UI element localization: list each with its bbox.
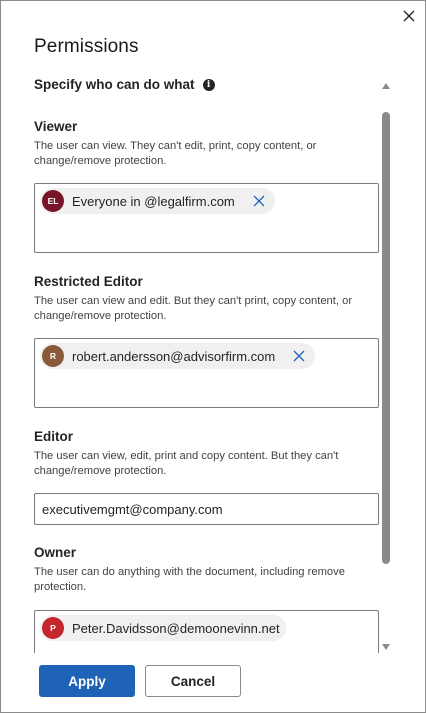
dialog-title: Permissions (34, 36, 139, 57)
subtitle: Specify who can do what (34, 77, 195, 92)
editor-field-value: executivemgmt@company.com (42, 502, 223, 517)
restricted-editor-heading: Restricted Editor (34, 274, 143, 289)
viewer-description: The user can view. They can't edit, prin… (34, 140, 317, 167)
restricted-editor-section: Restricted Editor The user can view and … (34, 274, 379, 324)
owner-chip: P Peter.Davidsson@demoonevinn.net (40, 615, 286, 641)
close-icon (253, 195, 265, 207)
owner-section: Owner The user can do anything with the … (34, 545, 379, 595)
close-icon (403, 10, 415, 22)
scroll-down-arrow[interactable] (382, 644, 390, 650)
viewer-heading: Viewer (34, 119, 78, 134)
cancel-button[interactable]: Cancel (145, 665, 241, 697)
avatar: EL (42, 190, 64, 212)
restricted-editor-description: The user can view and edit. But they can… (34, 295, 353, 322)
viewer-people-field[interactable]: EL Everyone in @legalfirm.com (34, 183, 379, 253)
viewer-chip: EL Everyone in @legalfirm.com (40, 188, 275, 214)
editor-heading: Editor (34, 429, 73, 444)
avatar: P (42, 617, 64, 639)
owner-description: The user can do anything with the docume… (34, 566, 345, 593)
editor-section: Editor The user can view, edit, print an… (34, 429, 379, 479)
permissions-dialog: Permissions Specify who can do what i Vi… (0, 0, 426, 713)
chip-label: Peter.Davidsson@demoonevinn.net (72, 620, 280, 636)
info-icon[interactable]: i (202, 78, 215, 91)
permissions-scroll-area: Specify who can do what i Viewer The use… (34, 71, 384, 653)
apply-button[interactable]: Apply (39, 665, 135, 697)
remove-chip-button[interactable] (249, 191, 269, 211)
restricted-editor-people-field[interactable]: R robert.andersson@advisorfirm.com (34, 338, 379, 408)
subtitle-row: Specify who can do what i (34, 77, 215, 92)
restricted-editor-chip: R robert.andersson@advisorfirm.com (40, 343, 316, 369)
scroll-thumb[interactable] (382, 112, 390, 564)
chip-label: robert.andersson@advisorfirm.com (72, 348, 276, 364)
vertical-scrollbar[interactable] (380, 79, 394, 653)
close-icon (293, 350, 305, 362)
editor-description: The user can view, edit, print and copy … (34, 450, 339, 477)
chip-label: Everyone in @legalfirm.com (72, 193, 235, 209)
owner-people-field[interactable]: P Peter.Davidsson@demoonevinn.net (34, 610, 379, 653)
viewer-section: Viewer The user can view. They can't edi… (34, 119, 379, 169)
scroll-up-arrow[interactable] (382, 83, 390, 89)
close-button[interactable] (399, 6, 419, 26)
remove-chip-button[interactable] (289, 346, 309, 366)
editor-people-field[interactable]: executivemgmt@company.com (34, 493, 379, 525)
owner-heading: Owner (34, 545, 77, 560)
avatar: R (42, 345, 64, 367)
